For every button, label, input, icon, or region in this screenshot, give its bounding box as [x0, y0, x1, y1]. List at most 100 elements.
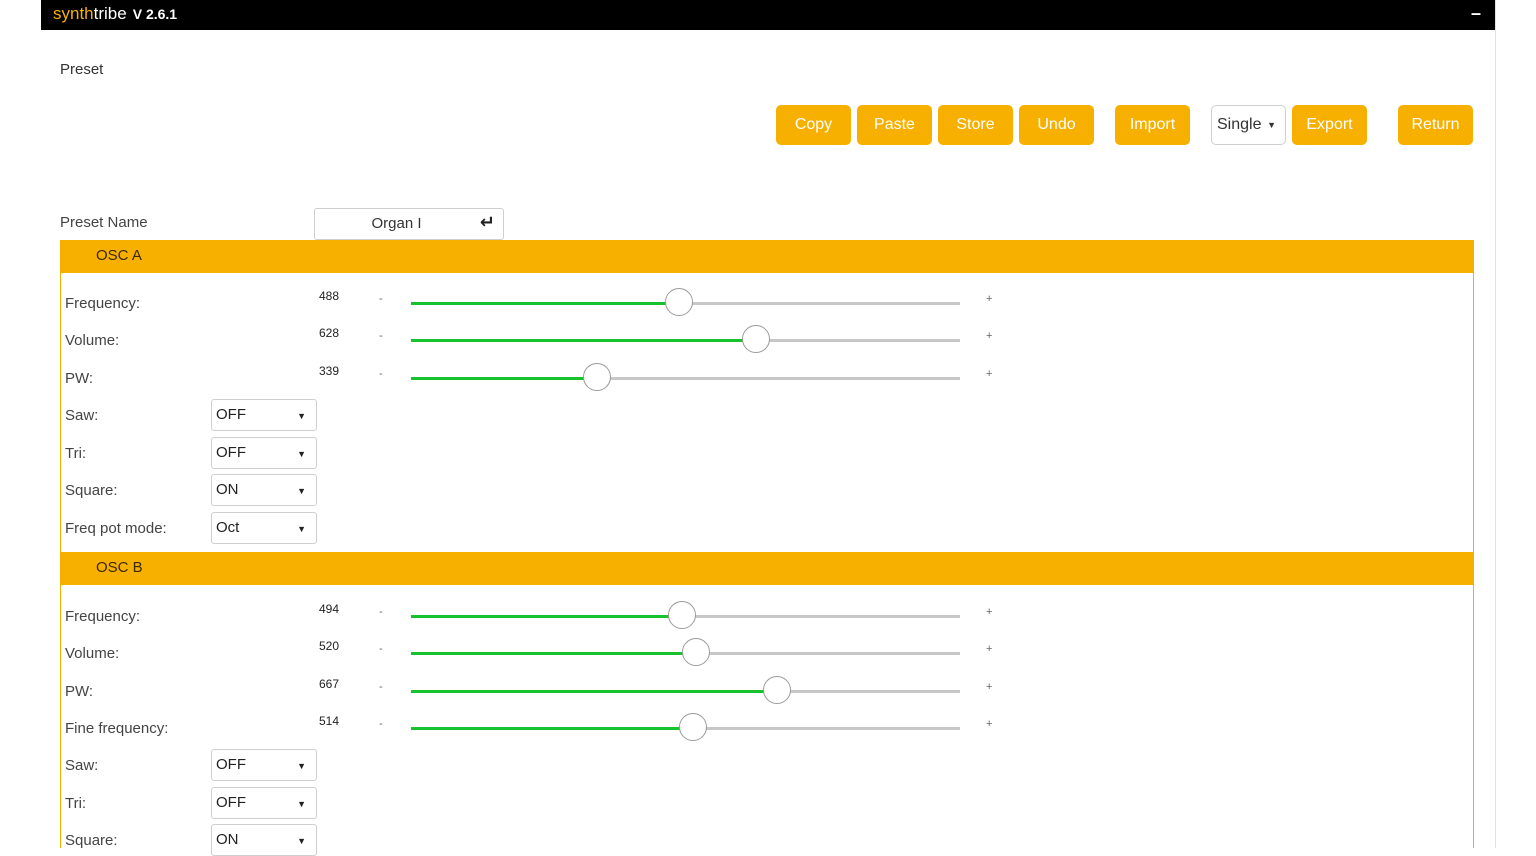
return-button[interactable]: Return [1398, 105, 1473, 145]
minus-icon[interactable]: - [379, 293, 383, 305]
select-label: Saw: [65, 407, 99, 424]
osc-a-frequency-row: Frequency: 488 - + [61, 288, 1473, 319]
enter-icon[interactable]: ↵ [480, 212, 495, 233]
select-value: ON [216, 481, 239, 498]
export-mode-select[interactable]: Single ▼ [1211, 105, 1286, 145]
osc-a-volume-row: Volume: 628 - + [61, 325, 1473, 356]
osc-b-square-select[interactable]: ON ▼ [211, 824, 317, 856]
plus-icon[interactable]: + [986, 718, 992, 730]
chevron-down-icon: ▼ [297, 449, 306, 459]
select-value: OFF [216, 444, 246, 461]
slider-value: 494 [319, 602, 340, 616]
osc-b-header: OSC B [61, 552, 1473, 585]
import-button[interactable]: Import [1115, 105, 1190, 145]
minus-icon[interactable]: - [379, 643, 383, 655]
slider-label: Volume: [65, 645, 120, 662]
osc-a-tri-row: Tri: OFF ▼ [61, 437, 1473, 469]
osc-b-square-row: Square: ON ▼ [61, 824, 1473, 856]
osc-b-saw-select[interactable]: OFF ▼ [211, 749, 317, 781]
osc-b-saw-row: Saw: OFF ▼ [61, 749, 1473, 781]
slider-thumb[interactable] [763, 676, 792, 704]
select-value: OFF [216, 406, 246, 423]
minus-icon[interactable]: - [379, 681, 383, 693]
preset-name-value: Organ I [371, 215, 422, 232]
osc-a-freq-pot-mode-row: Freq pot mode: Oct ▼ [61, 512, 1473, 544]
slider-thumb[interactable] [583, 363, 612, 391]
minus-icon[interactable]: - [379, 368, 383, 380]
slider-fill [411, 377, 598, 380]
slider-label: Volume: [65, 332, 120, 349]
slider-thumb[interactable] [664, 288, 693, 316]
slider-fill [411, 652, 697, 655]
preset-name-label: Preset Name [60, 214, 148, 231]
slider-label: Frequency: [65, 608, 141, 625]
osc-a-title: OSC A [96, 247, 142, 264]
osc-b-frequency-slider[interactable] [411, 601, 960, 629]
chevron-down-icon: ▼ [297, 836, 306, 846]
osc-a-square-row: Square: ON ▼ [61, 474, 1473, 506]
minus-icon[interactable]: - [379, 330, 383, 342]
osc-b-fine-frequency-row: Fine frequency: 514 - + [61, 713, 1473, 744]
slider-label: Frequency: [65, 295, 141, 312]
osc-b-pw-row: PW: 667 - + [61, 676, 1473, 707]
plus-icon[interactable]: + [986, 681, 992, 693]
osc-b-section: OSC B Frequency: 494 - + Volume: 520 - +… [60, 552, 1474, 856]
slider-thumb[interactable] [682, 638, 711, 666]
slider-value: 667 [319, 677, 340, 691]
copy-button[interactable]: Copy [776, 105, 851, 145]
slider-label: PW: [65, 683, 94, 700]
osc-b-fine-frequency-slider[interactable] [411, 713, 960, 741]
slider-value: 514 [319, 714, 340, 728]
plus-icon[interactable]: + [986, 606, 992, 618]
slider-fill [411, 302, 679, 305]
export-mode-value: Single [1217, 116, 1262, 133]
minimize-icon[interactable]: – [1471, 3, 1481, 24]
store-button[interactable]: Store [938, 105, 1013, 145]
slider-label: PW: [65, 370, 94, 387]
chevron-down-icon: ▼ [297, 486, 306, 496]
slider-fill [411, 339, 756, 342]
minus-icon[interactable]: - [379, 718, 383, 730]
slider-thumb[interactable] [679, 713, 708, 741]
export-button[interactable]: Export [1292, 105, 1367, 145]
plus-icon[interactable]: + [986, 330, 992, 342]
minus-icon[interactable]: - [379, 606, 383, 618]
slider-thumb[interactable] [741, 325, 770, 353]
osc-a-saw-select[interactable]: OFF ▼ [211, 399, 317, 431]
chevron-down-icon: ▼ [297, 761, 306, 771]
select-label: Saw: [65, 757, 99, 774]
plus-icon[interactable]: + [986, 643, 992, 655]
preset-name-field[interactable]: Organ I ↵ [314, 208, 504, 240]
osc-b-frequency-row: Frequency: 494 - + [61, 601, 1473, 632]
slider-fill [411, 690, 778, 693]
osc-a-pw-row: PW: 339 - + [61, 363, 1473, 394]
slider-value: 520 [319, 639, 340, 653]
osc-a-tri-select[interactable]: OFF ▼ [211, 437, 317, 469]
osc-b-volume-slider[interactable] [411, 638, 960, 666]
osc-a-freq-pot-mode-select[interactable]: Oct ▼ [211, 512, 317, 544]
plus-icon[interactable]: + [986, 293, 992, 305]
osc-a-saw-row: Saw: OFF ▼ [61, 399, 1473, 431]
osc-a-square-select[interactable]: ON ▼ [211, 474, 317, 506]
select-value: Oct [216, 519, 240, 536]
undo-button[interactable]: Undo [1019, 105, 1094, 145]
osc-a-frequency-slider[interactable] [411, 288, 960, 316]
chevron-down-icon: ▼ [297, 799, 306, 809]
slider-thumb[interactable] [668, 601, 697, 629]
slider-label: Fine frequency: [65, 720, 169, 737]
osc-a-header: OSC A [61, 240, 1473, 273]
osc-b-pw-slider[interactable] [411, 676, 960, 704]
paste-button[interactable]: Paste [857, 105, 932, 145]
osc-b-tri-select[interactable]: OFF ▼ [211, 787, 317, 819]
select-label: Freq pot mode: [65, 520, 167, 537]
osc-a-pw-slider[interactable] [411, 363, 960, 391]
chevron-down-icon: ▼ [297, 524, 306, 534]
preset-section-label: Preset [60, 61, 104, 78]
plus-icon[interactable]: + [986, 368, 992, 380]
osc-a-volume-slider[interactable] [411, 325, 960, 353]
select-value: OFF [216, 756, 246, 773]
select-label: Square: [65, 482, 118, 499]
select-label: Tri: [65, 445, 87, 462]
chevron-down-icon: ▼ [1267, 120, 1276, 130]
osc-b-tri-row: Tri: OFF ▼ [61, 787, 1473, 819]
